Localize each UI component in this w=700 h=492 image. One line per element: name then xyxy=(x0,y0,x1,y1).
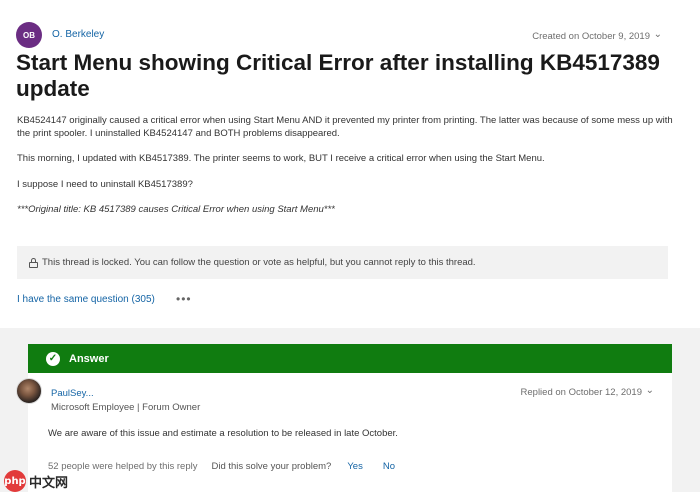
lock-icon xyxy=(29,257,38,268)
helpful-feedback-row: 52 people were helped by this reply Did … xyxy=(48,461,395,472)
thread-locked-notice: This thread is locked. You can follow th… xyxy=(17,246,668,279)
thread-title: Start Menu showing Critical Error after … xyxy=(16,50,660,101)
post-paragraph-4: ***Original title: KB 4517389 causes Cri… xyxy=(17,204,335,215)
yes-button[interactable]: Yes xyxy=(347,461,363,472)
chevron-down-icon[interactable]: ⌄ xyxy=(654,29,662,40)
replier-avatar[interactable] xyxy=(16,378,42,404)
locked-notice-text: This thread is locked. You can follow th… xyxy=(42,257,476,268)
post-paragraph-1: KB4524147 originally caused a critical e… xyxy=(17,115,673,139)
more-options-icon[interactable]: ••• xyxy=(176,292,192,306)
replied-on-date: Replied on October 12, 2019 xyxy=(520,387,642,398)
post-paragraph-2: This morning, I updated with KB4517389. … xyxy=(17,153,545,164)
solve-question: Did this solve your problem? xyxy=(211,461,332,472)
no-button[interactable]: No xyxy=(383,461,395,472)
author-avatar[interactable]: OB xyxy=(16,22,42,48)
post-author-row: OB O. Berkeley Created on October 9, 201… xyxy=(16,22,686,50)
php-watermark: php 中文网 xyxy=(4,470,68,492)
same-question-button[interactable]: I have the same question (305) xyxy=(17,294,155,305)
helped-count: 52 people were helped by this reply xyxy=(48,461,198,472)
chevron-down-icon[interactable]: ⌄ xyxy=(646,385,654,396)
answer-label: Answer xyxy=(69,352,109,365)
watermark-text: 中文网 xyxy=(29,475,69,491)
php-logo-icon: php xyxy=(4,470,26,492)
replier-role: Microsoft Employee | Forum Owner xyxy=(51,402,201,413)
checkmark-icon: ✓ xyxy=(46,351,60,366)
answer-text: We are aware of this issue and estimate … xyxy=(48,428,398,439)
created-on-date: Created on October 9, 2019 xyxy=(532,31,650,42)
answer-header: ✓ Answer xyxy=(28,344,672,373)
post-paragraph-3: I suppose I need to uninstall KB4517389? xyxy=(17,179,193,190)
author-name-link[interactable]: O. Berkeley xyxy=(52,29,104,40)
replier-name-link[interactable]: PaulSey... xyxy=(51,388,94,399)
